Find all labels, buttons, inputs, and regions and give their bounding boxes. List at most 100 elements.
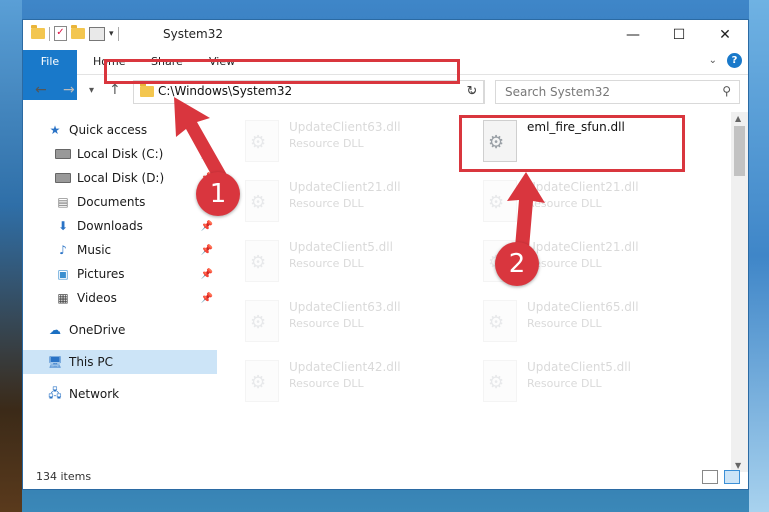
pictures-icon: ▣ (57, 267, 69, 281)
folder-icon (31, 25, 45, 39)
file-item[interactable]: ⚙ UpdateClient21.dll Resource DLL (245, 178, 455, 228)
computer-icon: 🖥 (47, 355, 63, 369)
customize-toolbar-chevron-icon[interactable]: ▾ (109, 29, 114, 39)
desktop-background-left (0, 0, 22, 512)
file-type: Resource DLL (527, 197, 602, 210)
navigation-pane: ★ Quick access Local Disk (C:) 📌 Local D… (23, 112, 217, 452)
search-icon[interactable]: ⚲ (722, 84, 731, 98)
pin-icon[interactable]: 📌 (201, 245, 213, 256)
large-icons-view-icon[interactable] (724, 470, 740, 484)
pin-icon[interactable]: 📌 (201, 293, 213, 304)
documents-icon: ▤ (57, 195, 69, 209)
sidebar-item-pictures[interactable]: ▣ Pictures 📌 (23, 262, 217, 286)
file-item[interactable]: ⚙ UpdateClient5.dll Resource DLL (483, 358, 693, 408)
forward-arrow-icon[interactable]: → (63, 82, 75, 98)
sidebar-item-label: Local Disk (C:) (77, 147, 164, 161)
help-icon[interactable]: ? (727, 53, 742, 68)
toolbar-divider (117, 26, 119, 41)
back-arrow-icon[interactable]: ← (35, 82, 47, 98)
minimize-button[interactable]: — (610, 20, 656, 50)
sidebar-item-downloads[interactable]: ⬇ Downloads 📌 (23, 214, 217, 238)
vertical-scrollbar[interactable]: ▲ ▼ (731, 112, 748, 472)
sidebar-item-label: Documents (77, 195, 146, 209)
file-name: UpdateClient21.dll (527, 240, 639, 254)
file-name: UpdateClient42.dll (289, 360, 401, 374)
ribbon-right-controls: ⌄ ? (709, 53, 742, 68)
sidebar-item-network[interactable]: 🖧 Network (23, 382, 217, 406)
toolbar-divider (49, 26, 50, 41)
file-type: Resource DLL (289, 317, 364, 330)
address-path[interactable]: C:\Windows\System32 (158, 84, 292, 98)
sidebar-item-this-pc[interactable]: 🖥 This PC (23, 350, 217, 374)
pin-icon[interactable]: 📌 (201, 221, 213, 232)
title-bar: ✓ ▾ System32 — ☐ ✕ (23, 20, 748, 50)
sidebar-item-videos[interactable]: ▦ Videos 📌 (23, 286, 217, 310)
search-input[interactable]: Search System32 (505, 85, 610, 99)
sidebar-item-label: Local Disk (D:) (77, 171, 165, 185)
step-badge-1: 1 (196, 172, 240, 216)
file-item[interactable]: ⚙ UpdateClient65.dll Resource DLL (483, 298, 693, 348)
scroll-up-arrow-icon[interactable]: ▲ (735, 114, 741, 123)
sidebar-item-quick-access[interactable]: ★ Quick access (23, 118, 217, 142)
window-controls: — ☐ ✕ (610, 20, 748, 50)
file-item[interactable]: ⚙ UpdateClient63.dll Resource DLL (245, 118, 455, 168)
new-folder-icon[interactable] (71, 25, 85, 39)
status-bar: 134 items (23, 465, 748, 489)
file-name: UpdateClient63.dll (289, 300, 401, 314)
explorer-window: ✓ ▾ System32 — ☐ ✕ File Home Share View … (22, 19, 749, 490)
file-name: UpdateClient63.dll (289, 120, 401, 134)
desktop-background-right (749, 0, 769, 512)
view-buttons (702, 470, 740, 484)
network-icon: 🖧 (48, 385, 62, 400)
quick-access-toolbar: ✓ ▾ (31, 25, 119, 41)
file-type: Resource DLL (289, 197, 364, 210)
refresh-button[interactable]: ↻ (461, 80, 484, 104)
gear-icon: ⚙ (488, 312, 505, 333)
sidebar-item-label: Music (77, 243, 112, 257)
target-file-highlight (459, 115, 685, 172)
item-count: 134 items (36, 470, 92, 483)
file-name: UpdateClient21.dll (289, 180, 401, 194)
pin-icon[interactable]: 📌 (201, 149, 213, 160)
window-title: System32 (163, 27, 224, 41)
gear-icon: ⚙ (488, 372, 505, 393)
maximize-button[interactable]: ☐ (656, 20, 702, 50)
file-type: Resource DLL (527, 377, 602, 390)
gear-icon: ⚙ (488, 192, 505, 213)
sidebar-item-music[interactable]: ♪ Music 📌 (23, 238, 217, 262)
details-view-icon[interactable] (702, 470, 718, 484)
pin-icon[interactable]: 📌 (201, 269, 213, 280)
properties-check-icon[interactable]: ✓ (54, 26, 67, 41)
sidebar-item-onedrive[interactable]: ☁ OneDrive (23, 318, 217, 342)
star-icon: ★ (49, 123, 61, 137)
recent-locations-chevron-icon[interactable]: ▾ (89, 85, 94, 96)
file-name: UpdateClient65.dll (527, 300, 639, 314)
search-box[interactable]: Search System32 ⚲ (495, 80, 740, 104)
gear-icon: ⚙ (250, 252, 267, 273)
close-button[interactable]: ✕ (702, 20, 748, 50)
scrollbar-thumb[interactable] (734, 126, 745, 176)
address-folder-icon (140, 83, 154, 97)
sidebar-item-label: Downloads (77, 219, 143, 233)
sidebar-item-label: Quick access (69, 123, 148, 137)
up-arrow-icon[interactable]: ↑ (109, 82, 121, 98)
file-item[interactable]: ⚙ UpdateClient42.dll Resource DLL (245, 358, 455, 408)
expand-ribbon-chevron-icon[interactable]: ⌄ (709, 55, 717, 66)
file-item[interactable]: ⚙ UpdateClient63.dll Resource DLL (245, 298, 455, 348)
gear-icon: ⚙ (250, 312, 267, 333)
cloud-icon: ☁ (49, 323, 61, 337)
sidebar-item-documents[interactable]: ▤ Documents 📌 (23, 190, 217, 214)
drive-icon (55, 171, 71, 185)
properties-icon[interactable] (89, 26, 105, 41)
sidebar-item-local-disk-d[interactable]: Local Disk (D:) 📌 (23, 166, 217, 190)
file-name: UpdateClient5.dll (289, 240, 393, 254)
sidebar-item-label: OneDrive (69, 323, 126, 337)
file-name: UpdateClient21.dll (527, 180, 639, 194)
sidebar-item-local-disk-c[interactable]: Local Disk (C:) 📌 (23, 142, 217, 166)
file-type: Resource DLL (289, 377, 364, 390)
file-item[interactable]: ⚙ UpdateClient21.dll Resource DLL (483, 178, 693, 228)
drive-icon (55, 147, 71, 161)
file-item[interactable]: ⚙ UpdateClient5.dll Resource DLL (245, 238, 455, 288)
sidebar-item-label: Network (69, 387, 120, 401)
gear-icon: ⚙ (250, 372, 267, 393)
